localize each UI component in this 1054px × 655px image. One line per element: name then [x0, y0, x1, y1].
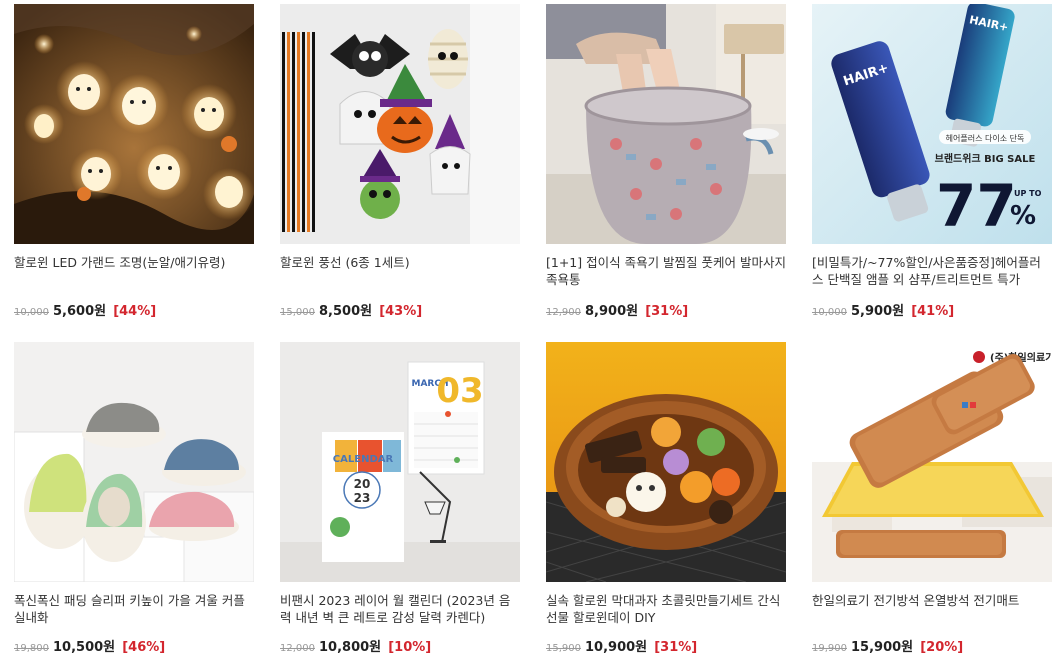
product-card[interactable]: 할로윈 LED 가랜드 조명(눈알/애기유령) 10,000 5,600원 [44… [14, 4, 254, 319]
discount-rate: [10%] [388, 640, 432, 655]
sale-price: 10,800원 [319, 640, 382, 655]
calendar-year-top: 20 [354, 477, 371, 491]
product-image-ghost-led-garland[interactable] [14, 4, 254, 244]
product-card[interactable]: [1+1] 접이식 족욕기 발찜질 풋케어 발마사지 족욕통 12,900 8,9… [546, 4, 786, 319]
product-image-wall-calendar[interactable]: CALENDAR 20 23 MARCH 03 [280, 342, 520, 582]
product-title[interactable]: 할로윈 LED 가랜드 조명(눈알/애기유령) [14, 254, 254, 288]
calendar-year-bottom: 23 [354, 491, 371, 505]
product-card[interactable]: (주)한일의료기 한일의료기 전기방석 온열방석 전기매트 19,90015, [812, 342, 1052, 655]
product-title[interactable]: [1+1] 접이식 족욕기 발찜질 풋케어 발마사지 족욕통 [546, 254, 786, 288]
calendar-text: CALENDAR [333, 454, 394, 465]
sale-price: 8,500원 [319, 304, 373, 319]
discount-rate: [31%] [645, 304, 689, 319]
sale-price: 8,900원 [585, 304, 639, 319]
product-image-foldable-foot-bath[interactable] [546, 4, 786, 244]
original-price: 12,000 [280, 643, 315, 654]
product-title[interactable]: 폭신폭신 패딩 슬리퍼 키높이 가을 겨울 커플 실내화 [14, 592, 254, 626]
calendar-month-number: 03 [436, 371, 483, 411]
discount-rate: [43%] [379, 304, 423, 319]
original-price: 15,900 [546, 643, 581, 654]
product-card[interactable]: 폭신폭신 패딩 슬리퍼 키높이 가을 겨울 커플 실내화 19,800 10,50… [14, 342, 254, 655]
product-card[interactable]: 실속 할로윈 막대과자 초콜릿만들기세트 간식 선물 할로윈데이 DIY 15,… [546, 342, 786, 655]
product-image-padded-slippers[interactable] [14, 342, 254, 582]
promo-sale-text: 브랜드위크 BIG SALE [935, 152, 1036, 165]
discount-rate: [44%] [113, 304, 157, 319]
product-title[interactable]: 한일의료기 전기방석 온열방석 전기매트 [812, 592, 1052, 626]
product-image-halloween-chocolates[interactable] [546, 342, 786, 582]
product-image-electric-heating-pad[interactable]: (주)한일의료기 [812, 342, 1052, 582]
original-price: 12,900 [546, 307, 581, 318]
promo-upto-text: UP TO [1014, 189, 1042, 198]
discount-rate: [46%] [122, 640, 166, 655]
product-title[interactable]: 비팬시 2023 레이어 월 캘린더 (2023년 음력 내년 벽 큰 레트로 … [280, 592, 520, 626]
price-row: 10,000 5,600원 [44%] [14, 300, 156, 319]
product-image-halloween-balloons[interactable] [280, 4, 520, 244]
price-row: 15,900 10,900원 [31%] [546, 636, 697, 655]
product-card[interactable]: HAIR+ HAIR+ 헤어플러스 다이소 단독 브랜드위크 BIG SALE … [812, 4, 1052, 319]
product-card[interactable]: 할로윈 풍선 (6종 1세트) 15,000 8,500원 [43%] [280, 4, 520, 319]
product-title[interactable]: 실속 할로윈 막대과자 초콜릿만들기세트 간식 선물 할로윈데이 DIY [546, 592, 786, 626]
product-card[interactable]: CALENDAR 20 23 MARCH 03 비팬시 2023 레이어 월 캘 [280, 342, 520, 655]
original-price: 19,900 [812, 643, 847, 654]
product-title[interactable]: 할로윈 풍선 (6종 1세트) [280, 254, 520, 288]
promo-banner-text: 헤어플러스 다이소 단독 [946, 133, 1025, 143]
price-row: 19,900 15,900원 [20%] [812, 636, 963, 655]
promo-percent-text: 77 [936, 172, 1017, 240]
price-row: 12,900 8,900원 [31%] [546, 300, 688, 319]
product-title[interactable]: [비밀특가/~77%할인/사은품증정]헤어플러스 단백질 앰플 외 샴푸/트리트… [812, 254, 1052, 288]
product-grid: 할로윈 LED 가랜드 조명(눈알/애기유령) 10,000 5,600원 [44… [0, 0, 1054, 655]
promo-percent-sign: % [1010, 201, 1036, 231]
discount-rate: [31%] [654, 640, 698, 655]
discount-rate: [20%] [920, 640, 964, 655]
sale-price: 10,500원 [53, 640, 116, 655]
original-price: 10,000 [812, 307, 847, 318]
price-row: 15,000 8,500원 [43%] [280, 300, 422, 319]
sale-price: 15,900원 [851, 640, 914, 655]
sale-price: 10,900원 [585, 640, 648, 655]
original-price: 10,000 [14, 307, 49, 318]
price-row: 19,800 10,500원 [46%] [14, 636, 165, 655]
original-price: 19,800 [14, 643, 49, 654]
discount-rate: [41%] [911, 304, 955, 319]
price-row: 10,000 5,900원 [41%] [812, 300, 954, 319]
price-row: 12,000 10,800원 [10%] [280, 636, 431, 655]
product-image-hair-ampoule[interactable]: HAIR+ HAIR+ 헤어플러스 다이소 단독 브랜드위크 BIG SALE … [812, 4, 1052, 244]
sale-price: 5,900원 [851, 304, 905, 319]
sale-price: 5,600원 [53, 304, 107, 319]
original-price: 15,000 [280, 307, 315, 318]
